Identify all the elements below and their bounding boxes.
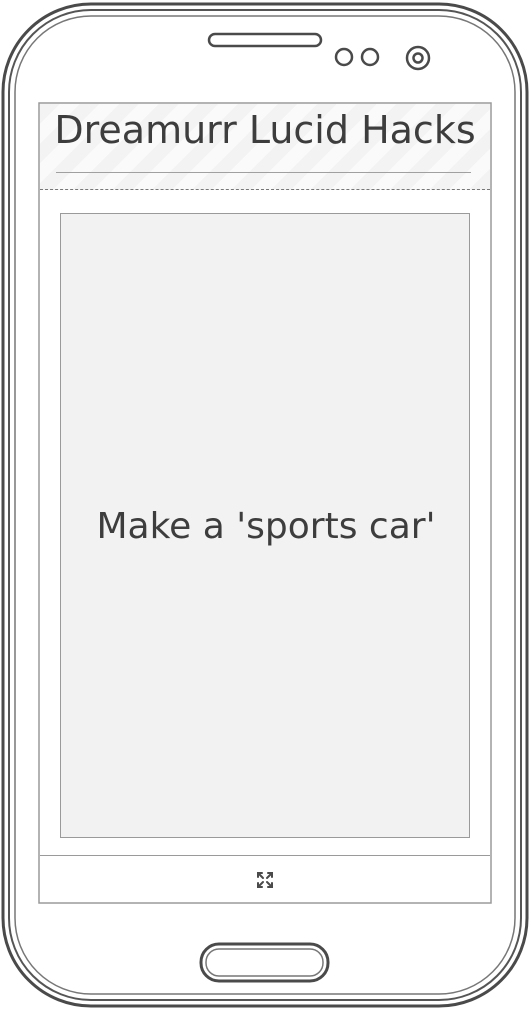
light-sensor: [360, 47, 380, 67]
phone-screen: Dreamurr Lucid Hacks Make a 'sports car': [40, 104, 490, 902]
fullscreen-button[interactable]: [254, 869, 276, 891]
app-header: Dreamurr Lucid Hacks: [40, 104, 490, 190]
app-title: Dreamurr Lucid Hacks: [54, 108, 476, 152]
prompt-text: Make a 'sports car': [96, 506, 436, 547]
proximity-sensor: [334, 47, 354, 67]
expand-icon: [257, 872, 273, 888]
prompt-card[interactable]: Make a 'sports car': [60, 213, 470, 838]
front-camera-lens: [412, 52, 424, 64]
speaker-grille: [207, 32, 323, 48]
title-divider: [56, 172, 471, 173]
app-footer: [40, 855, 490, 902]
